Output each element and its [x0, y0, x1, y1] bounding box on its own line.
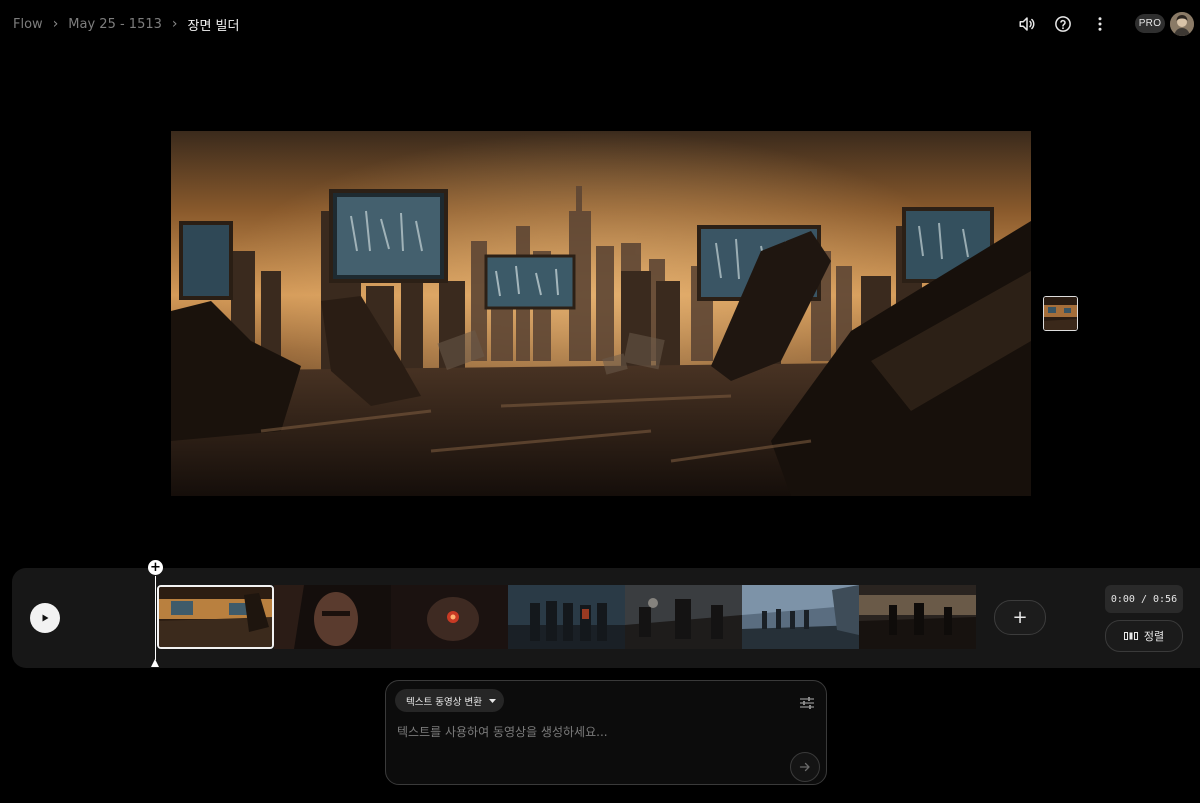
timeline-clip-2[interactable]	[274, 585, 391, 649]
timeline-clip-5[interactable]	[625, 585, 742, 649]
timeline-clip-6[interactable]	[742, 585, 859, 649]
sort-button[interactable]: 정렬	[1105, 620, 1183, 652]
arrange-icon	[1123, 632, 1138, 640]
time-display: 0:00 / 0:56	[1105, 585, 1183, 613]
caret-down-icon	[488, 698, 496, 703]
mode-label: 텍스트 동영상 변환	[406, 696, 482, 708]
timeline-clip-3[interactable]	[391, 585, 508, 649]
pro-badge: PRO	[1135, 14, 1165, 33]
breadcrumb-project[interactable]: May 25 - 1513	[68, 17, 162, 32]
help-icon[interactable]	[1051, 12, 1075, 36]
timeline-clip-7[interactable]	[859, 585, 976, 649]
prompt-input[interactable]: 텍스트를 사용하여 동영상을 생성하세요...	[397, 723, 608, 740]
playhead-handle[interactable]	[151, 659, 159, 667]
clip-strip	[157, 585, 976, 649]
timeline-clip-4[interactable]	[508, 585, 625, 649]
avatar[interactable]	[1170, 12, 1194, 36]
timeline-clip-1[interactable]	[157, 585, 274, 649]
more-vert-icon[interactable]	[1088, 12, 1112, 36]
play-button[interactable]	[30, 603, 60, 633]
insert-marker-button[interactable]: +	[148, 560, 163, 575]
volume-icon[interactable]	[1015, 12, 1039, 36]
breadcrumb-flow[interactable]: Flow	[13, 17, 43, 32]
chevron-right-icon: ›	[171, 16, 178, 32]
sort-label: 정렬	[1143, 630, 1165, 643]
breadcrumb: Flow › May 25 - 1513 › 장면 빌더	[13, 14, 239, 34]
scene-thumbnail[interactable]	[1043, 296, 1078, 331]
playhead[interactable]	[155, 576, 156, 660]
prompt-panel: 텍스트 동영상 변환 텍스트를 사용하여 동영상을 생성하세요...	[385, 680, 827, 785]
play-icon	[42, 614, 49, 622]
add-clip-button[interactable]: +	[994, 600, 1046, 635]
mode-dropdown[interactable]: 텍스트 동영상 변환	[395, 689, 504, 712]
chevron-right-icon: ›	[52, 16, 59, 32]
breadcrumb-current: 장면 빌더	[187, 18, 240, 34]
send-button[interactable]	[790, 752, 820, 782]
arrow-right-icon	[799, 762, 810, 772]
video-preview	[171, 131, 1031, 496]
settings-sliders-icon[interactable]	[800, 694, 814, 713]
